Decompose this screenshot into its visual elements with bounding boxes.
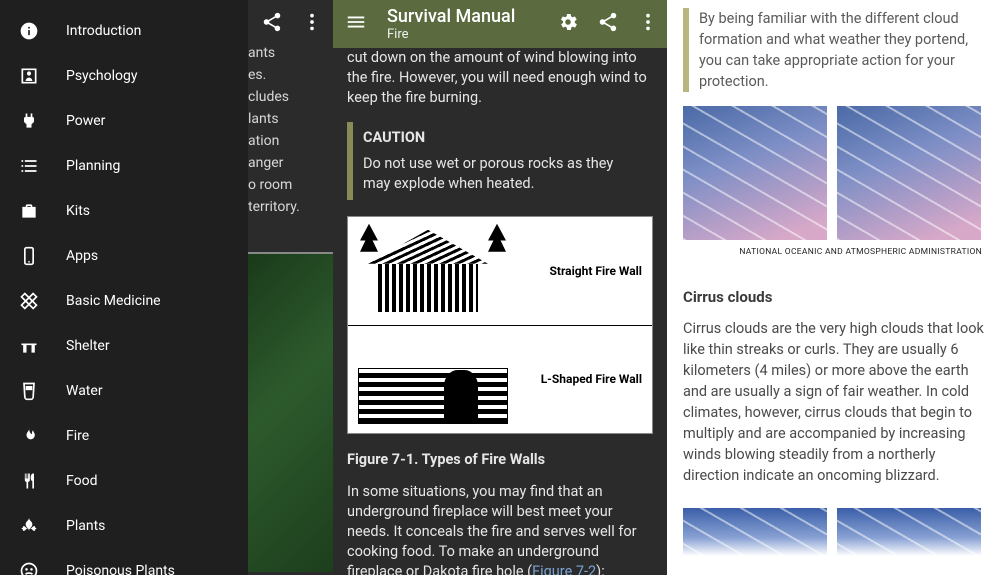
drawer-item-kits[interactable]: Kits bbox=[0, 188, 248, 233]
screenshot-2: Survival Manual Fire cut down on the amo… bbox=[333, 0, 667, 575]
figure-fire-walls: Straight Fire Wall L-Shaped Fire Wall bbox=[347, 216, 653, 434]
drawer-item-label: Kits bbox=[66, 203, 90, 219]
figure-caption: Figure 7-1. Types of Fire Walls bbox=[347, 450, 653, 470]
plants-icon bbox=[18, 515, 40, 537]
drawer-item-label: Shelter bbox=[66, 338, 110, 354]
navigation-drawer: Introduction Psychology Power Planning K… bbox=[0, 0, 248, 575]
screenshot-3: By being familiar with the different clo… bbox=[667, 0, 1000, 575]
l-shaped-fire-wall-illustration bbox=[358, 334, 508, 424]
drawer-item-label: Plants bbox=[66, 518, 105, 534]
drawer-item-label: Introduction bbox=[66, 23, 141, 39]
cloud-image-1 bbox=[683, 106, 827, 240]
caution-box: CAUTION Do not use wet or porous rocks a… bbox=[347, 122, 653, 200]
drawer-item-label: Water bbox=[66, 383, 103, 399]
toolbar-subtitle: Fire bbox=[387, 27, 557, 42]
drawer-item-label: Poisonous Plants bbox=[66, 563, 175, 575]
drawer-item-label: Fire bbox=[66, 428, 89, 444]
drawer-item-apps[interactable]: Apps bbox=[0, 233, 248, 278]
drawer-item-introduction[interactable]: Introduction bbox=[0, 8, 248, 53]
poison-icon bbox=[18, 560, 40, 575]
list-icon bbox=[18, 155, 40, 177]
drawer-item-food[interactable]: Food bbox=[0, 458, 248, 503]
article-paragraph: In some situations, you may find that an… bbox=[347, 482, 653, 575]
figure-link[interactable]: Figure 7-2 bbox=[532, 563, 596, 575]
paragraph-text-b: ): bbox=[596, 563, 605, 575]
toolbar-title: Survival Manual bbox=[387, 6, 557, 27]
caution-text: Do not use wet or porous rocks as they m… bbox=[363, 154, 643, 194]
drawer-item-power[interactable]: Power bbox=[0, 98, 248, 143]
drawer-item-plants[interactable]: Plants bbox=[0, 503, 248, 548]
cloud-image-4 bbox=[837, 508, 981, 568]
article-body[interactable]: By being familiar with the different clo… bbox=[667, 0, 1000, 575]
toolbar-title-block: Survival Manual Fire bbox=[387, 6, 557, 42]
info-icon bbox=[18, 20, 40, 42]
briefcase-icon bbox=[18, 200, 40, 222]
cirrus-paragraph: Cirrus clouds are the very high clouds t… bbox=[683, 318, 984, 486]
drawer-item-water[interactable]: Water bbox=[0, 368, 248, 413]
more-icon[interactable] bbox=[301, 11, 323, 37]
drawer-item-label: Food bbox=[66, 473, 97, 489]
screenshot-1: ants es. cludes lants ation anger o room… bbox=[0, 0, 333, 575]
section-heading-cirrus: Cirrus clouds bbox=[683, 287, 984, 308]
article-intro-paragraph: cut down on the amount of wind blowing i… bbox=[347, 48, 653, 108]
drawer-item-label: Apps bbox=[66, 248, 98, 264]
drawer-item-psychology[interactable]: Psychology bbox=[0, 53, 248, 98]
water-icon bbox=[18, 380, 40, 402]
fire-icon bbox=[18, 425, 40, 447]
settings-icon[interactable] bbox=[557, 11, 579, 37]
cloud-image-3 bbox=[683, 508, 827, 568]
drawer-item-label: Psychology bbox=[66, 68, 138, 84]
cloud-image-row bbox=[683, 106, 984, 240]
medicine-icon bbox=[18, 290, 40, 312]
figure-label-straight: Straight Fire Wall bbox=[550, 261, 642, 281]
drawer-item-label: Power bbox=[66, 113, 105, 129]
drawer-item-planning[interactable]: Planning bbox=[0, 143, 248, 188]
drawer-item-label: Basic Medicine bbox=[66, 293, 161, 309]
phone-icon bbox=[18, 245, 40, 267]
drawer-item-poisonous-plants[interactable]: Poisonous Plants bbox=[0, 548, 248, 575]
app-toolbar: Survival Manual Fire bbox=[333, 0, 667, 48]
drawer-item-fire[interactable]: Fire bbox=[0, 413, 248, 458]
toolbar-actions bbox=[261, 0, 333, 48]
share-icon[interactable] bbox=[597, 11, 619, 37]
share-icon[interactable] bbox=[261, 11, 283, 37]
intro-blockquote: By being familiar with the different clo… bbox=[683, 8, 984, 92]
psychology-icon bbox=[18, 65, 40, 87]
straight-fire-wall-illustration bbox=[358, 226, 508, 316]
power-icon bbox=[18, 110, 40, 132]
figure-label-lshaped: L-Shaped Fire Wall bbox=[541, 369, 642, 389]
cloud-image-row-2 bbox=[683, 508, 984, 568]
drawer-item-basic-medicine[interactable]: Basic Medicine bbox=[0, 278, 248, 323]
article-body[interactable]: cut down on the amount of wind blowing i… bbox=[333, 48, 667, 575]
more-icon[interactable] bbox=[637, 11, 659, 37]
drawer-item-label: Planning bbox=[66, 158, 120, 174]
paragraph-text-a: In some situations, you may find that an… bbox=[347, 483, 637, 575]
drawer-item-shelter[interactable]: Shelter bbox=[0, 323, 248, 368]
background-article-text: ants es. cludes lants ation anger o room… bbox=[248, 42, 333, 218]
image-attribution: NATIONAL OCEANIC AND ATMOSPHERIC ADMINIS… bbox=[683, 242, 982, 263]
cloud-image-2 bbox=[837, 106, 981, 240]
food-icon bbox=[18, 470, 40, 492]
menu-icon[interactable] bbox=[345, 11, 367, 37]
background-article-image bbox=[248, 252, 333, 572]
caution-heading: CAUTION bbox=[363, 128, 643, 148]
shelter-icon bbox=[18, 335, 40, 357]
